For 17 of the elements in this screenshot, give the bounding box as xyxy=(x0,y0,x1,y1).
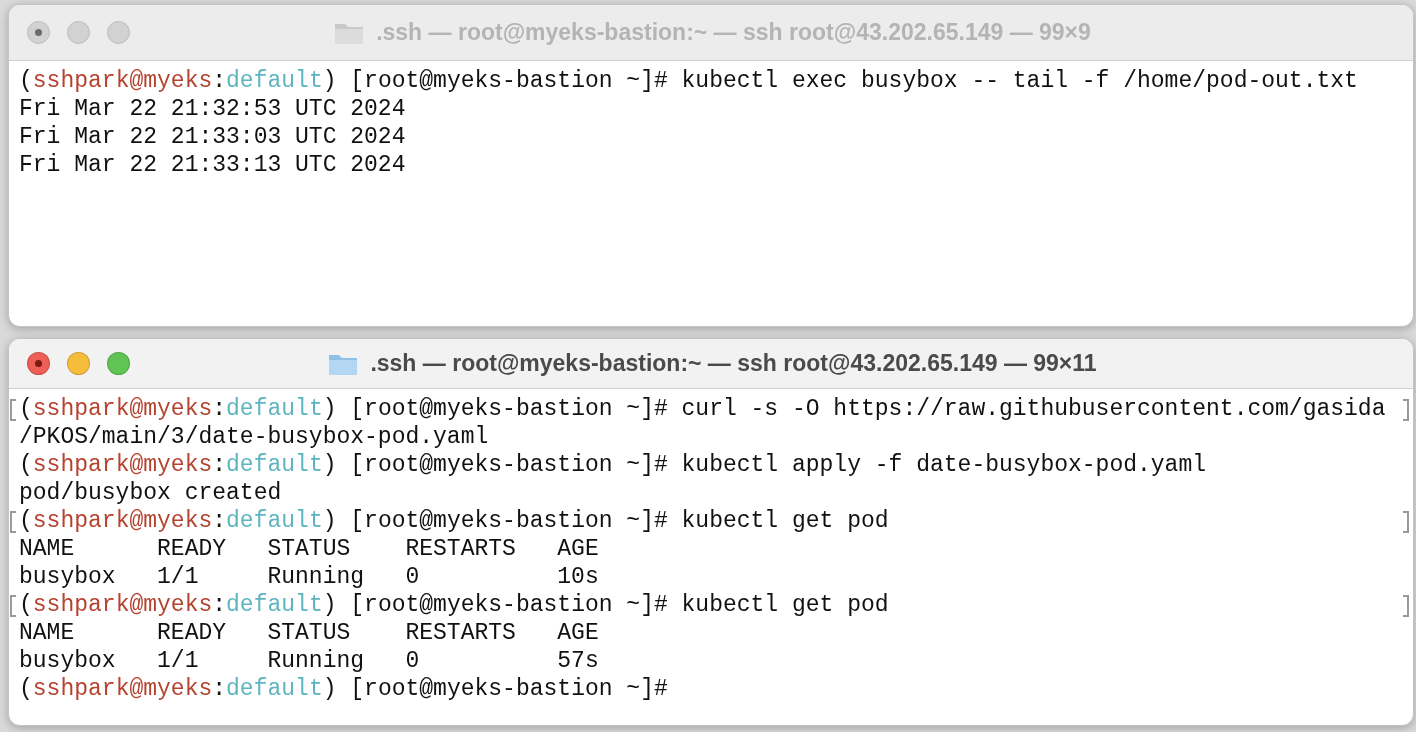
terminal-line: busybox 1/1 Running 0 57s xyxy=(18,647,600,675)
terminal-line: (sshpark@myeks:default) [root@myeks-bastion ~]# kubectl apply -f date-busybox-pod.yaml xyxy=(18,451,1208,479)
terminal-line: NAME READY STATUS RESTARTS AGE xyxy=(18,535,600,563)
terminal-line: /PKOS/main/3/date-busybox-pod.yaml xyxy=(18,423,490,451)
terminal-line: NAME READY STATUS RESTARTS AGE xyxy=(18,619,600,647)
terminal-line: Fri Mar 22 21:32:53 UTC 2024 xyxy=(18,95,407,123)
terminal-line: Fri Mar 22 21:33:03 UTC 2024 xyxy=(18,123,407,151)
terminal-line: (sshpark@myeks:default) [root@myeks-bastion ~]# xyxy=(18,675,669,703)
terminal-line: pod/busybox created xyxy=(18,479,283,507)
terminal-line: (sshpark@myeks:default) [root@myeks-bastion ~]# kubectl get pod xyxy=(9,507,1409,535)
terminal-line: (sshpark@myeks:default) [root@myeks-bastion ~]# curl -s -O https://raw.githubusercontent.com/gasida xyxy=(9,395,1409,423)
terminal-line: (sshpark@myeks:default) [root@myeks-bastion ~]# kubectl exec busybox -- tail -f /home/pod-out.txt xyxy=(18,67,1359,95)
terminal-line: (sshpark@myeks:default) [root@myeks-bastion ~]# kubectl get pod xyxy=(9,591,1409,619)
window-title: .ssh — root@myeks-bastion:~ — ssh root@43.202.65.149 — 99×9 xyxy=(376,18,1091,48)
window-title: .ssh — root@myeks-bastion:~ — ssh root@43.202.65.149 — 99×11 xyxy=(370,349,1097,379)
terminal-line: Fri Mar 22 21:33:13 UTC 2024 xyxy=(18,151,407,179)
terminal-line: busybox 1/1 Running 0 10s xyxy=(18,563,600,591)
